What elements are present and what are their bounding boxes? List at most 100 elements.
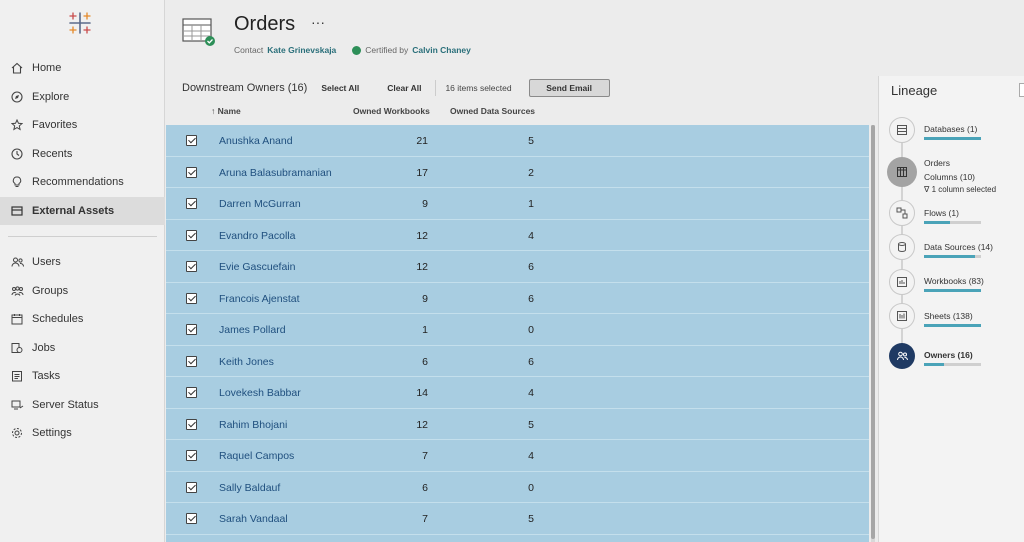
lineage-column-filter[interactable]: ∇ 1 column selected (924, 185, 996, 194)
lineage-node-data-sources[interactable] (889, 234, 915, 260)
table-row[interactable]: Anushka Anand 21 5 (166, 125, 869, 157)
table-row[interactable]: Francois Ajenstat 9 6 (166, 282, 869, 314)
table-scrollbar[interactable] (871, 125, 875, 542)
lineage-label-data-sources[interactable]: Data Sources (14) (924, 242, 993, 252)
row-checkbox[interactable] (186, 418, 197, 430)
row-checkbox[interactable] (186, 166, 197, 178)
owners-toolbar: Downstream Owners (16) Select All Clear … (182, 78, 610, 98)
owner-name[interactable]: Evie Gascuefain (219, 261, 295, 273)
table-row[interactable] (166, 534, 869, 542)
sidebar-item-external-assets[interactable]: External Assets (0, 196, 165, 225)
lineage-label-sheets[interactable]: Sheets (138) (924, 311, 973, 321)
row-checkbox[interactable] (186, 513, 197, 524)
lineage-bar-fill (924, 255, 976, 258)
scrollbar-thumb[interactable] (871, 125, 875, 539)
owner-name[interactable]: Sarah Vandaal (219, 513, 288, 525)
more-actions-icon[interactable]: ··· (311, 14, 325, 30)
contact-name[interactable]: Kate Grinevskaja (267, 45, 336, 55)
lineage-label-workbooks[interactable]: Workbooks (83) (924, 276, 984, 286)
owner-name[interactable]: Keith Jones (219, 356, 274, 368)
table-row[interactable]: James Pollard 1 0 (166, 314, 869, 346)
lineage-label-columns[interactable]: Columns (10) (924, 172, 975, 182)
lineage-node-databases[interactable] (889, 117, 915, 143)
owner-name[interactable]: James Pollard (219, 324, 286, 336)
row-checkbox[interactable] (186, 135, 197, 146)
row-checkbox[interactable] (186, 229, 197, 241)
row-checkbox[interactable] (186, 324, 197, 335)
table-row[interactable]: Aruna Balasubramanian 17 2 (166, 156, 869, 188)
lineage-node-orders[interactable] (887, 157, 917, 187)
column-header-workbooks[interactable]: Owned Workbooks (353, 106, 430, 116)
sidebar-item-explore[interactable]: Explore (0, 83, 165, 112)
tableau-logo[interactable] (66, 9, 94, 37)
lineage-label-databases[interactable]: Databases (1) (924, 124, 977, 134)
table-row[interactable]: Sally Baldauf 6 0 (166, 471, 869, 503)
sidebar-item-settings[interactable]: Settings (0, 419, 165, 448)
sidebar-item-users[interactable]: Users (0, 248, 165, 277)
row-checkbox[interactable] (186, 261, 197, 272)
owner-name[interactable]: Francois Ajenstat (219, 293, 300, 305)
row-checkbox[interactable] (186, 450, 197, 461)
lineage-node-workbooks[interactable] (889, 269, 915, 295)
lineage-bar-fill (924, 137, 981, 140)
owned-workbooks-count: 6 (422, 355, 428, 368)
lineage-label-orders[interactable]: Orders (924, 158, 950, 168)
owned-workbooks-count: 12 (416, 229, 428, 242)
owner-name[interactable]: Lovekesh Babbar (219, 387, 301, 399)
sidebar-item-recents[interactable]: Recents (0, 140, 165, 169)
owned-data-sources-count: 4 (528, 229, 534, 242)
sidebar-item-schedules[interactable]: Schedules (0, 305, 165, 334)
owned-workbooks-count: 6 (422, 481, 428, 494)
table-row[interactable]: Evie Gascuefain 12 6 (166, 251, 869, 283)
row-checkbox[interactable] (186, 387, 197, 398)
table-row[interactable]: Raquel Campos 7 4 (166, 440, 869, 472)
clear-all-button[interactable]: Clear All (387, 83, 421, 93)
row-checkbox[interactable] (186, 355, 197, 367)
row-checkbox[interactable] (186, 198, 197, 209)
sidebar-item-recommendations[interactable]: Recommendations (0, 168, 165, 197)
lineage-bar-fill (924, 221, 950, 224)
table-row[interactable]: Evandro Pacolla 12 4 (166, 219, 869, 251)
certified-name[interactable]: Calvin Chaney (412, 45, 471, 55)
lineage-label-flows[interactable]: Flows (1) (924, 208, 959, 218)
lineage-node-flows[interactable] (889, 200, 915, 226)
select-all-button[interactable]: Select All (321, 83, 359, 93)
lineage-node-owners[interactable] (889, 343, 915, 369)
row-checkbox[interactable] (186, 481, 197, 493)
table-row[interactable]: Lovekesh Babbar 14 4 (166, 377, 869, 409)
nav-divider (8, 236, 157, 237)
sidebar-item-groups[interactable]: Groups (0, 277, 165, 306)
table-icon (897, 167, 907, 177)
panel-toggle-icon[interactable] (1019, 83, 1024, 97)
table-row[interactable]: Rahim Bhojani 12 5 (166, 408, 869, 440)
table-row[interactable]: Sarah Vandaal 7 5 (166, 503, 869, 535)
sidebar-item-tasks[interactable]: Tasks (0, 362, 165, 391)
selected-count: 16 items selected (445, 83, 512, 93)
sidebar-item-jobs[interactable]: Jobs (0, 334, 165, 363)
row-checkbox[interactable] (186, 292, 197, 304)
sidebar-item-server-status[interactable]: Server Status (0, 391, 165, 420)
main-nav: Home Explore Favorites Recents Recommend… (0, 54, 165, 448)
column-header-data-sources[interactable]: Owned Data Sources (450, 106, 535, 116)
lineage-node-sheets[interactable] (889, 303, 915, 329)
owner-name[interactable]: Anushka Anand (219, 135, 293, 147)
owner-name[interactable]: Evandro Pacolla (219, 230, 295, 242)
table-row[interactable]: Darren McGurran 9 1 (166, 188, 869, 220)
column-header-name[interactable]: ↑ Name (211, 106, 241, 116)
sidebar-item-label: External Assets (32, 204, 115, 217)
sidebar-item-favorites[interactable]: Favorites (0, 111, 165, 140)
owner-name[interactable]: Darren McGurran (219, 198, 301, 210)
sidebar-item-label: Jobs (32, 341, 56, 354)
owner-name[interactable]: Sally Baldauf (219, 482, 280, 494)
flow-icon (896, 207, 908, 219)
sidebar-item-label: Tasks (32, 370, 61, 383)
lineage-label-owners[interactable]: Owners (16) (924, 350, 973, 360)
table-row[interactable]: Keith Jones 6 6 (166, 345, 869, 377)
owner-name[interactable]: Raquel Campos (219, 450, 294, 462)
owner-name[interactable]: Aruna Balasubramanian (219, 167, 332, 179)
sidebar: Home Explore Favorites Recents Recommend… (0, 0, 165, 542)
send-email-button[interactable]: Send Email (528, 79, 610, 97)
sidebar-item-home[interactable]: Home (0, 54, 165, 83)
owned-data-sources-count: 0 (528, 324, 534, 336)
owner-name[interactable]: Rahim Bhojani (219, 419, 287, 431)
